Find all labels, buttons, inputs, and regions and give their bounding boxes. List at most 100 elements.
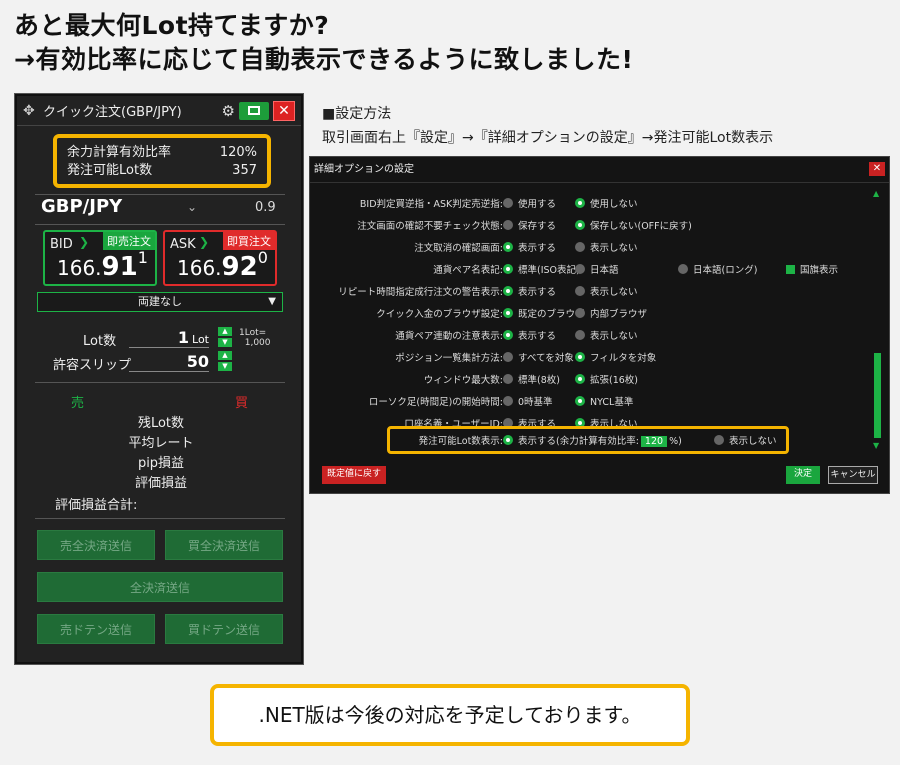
option-radio[interactable]: 表示しない <box>575 328 638 342</box>
option-radio[interactable]: 表示する <box>503 240 556 254</box>
option-row: 通貨ペア名表記: 標準(ISO表記) 日本語 日本語(ロング) 国旗表示 <box>310 259 891 279</box>
option-radio[interactable]: 保存しない(OFFに戻す) <box>575 218 692 232</box>
option-radio[interactable]: 表示しない <box>575 284 638 298</box>
option-label: 注文画面の確認不要チェック状態: <box>357 221 503 232</box>
radio-icon <box>575 352 585 362</box>
cancel-button[interactable]: キャンセル <box>828 466 878 484</box>
option-radio[interactable]: 標準(ISO表記) <box>503 262 580 276</box>
option-row: クイック入金のブラウザ設定: 既定のブラウザ 内部ブラウザ <box>310 303 891 323</box>
valuation-total-label: 評価損益合計: <box>55 498 138 513</box>
option-radio[interactable]: 保存する <box>503 218 556 232</box>
divider <box>35 224 285 225</box>
option-radio[interactable]: 日本語 <box>575 262 619 276</box>
ask-price: 166.920 <box>177 248 268 282</box>
move-icon[interactable]: ✥ <box>23 103 37 119</box>
margin-ratio-input[interactable]: 120 <box>640 436 668 447</box>
option-label: クイック入金のブラウザ設定: <box>376 309 503 320</box>
option-label: リピート時間指定成行注文の警告表示: <box>338 287 503 298</box>
reset-defaults-button[interactable]: 既定値に戻す <box>322 466 386 484</box>
buy-doten-button[interactable]: 買ドテン送信 <box>165 614 283 644</box>
scrollbar[interactable]: ▲ ▼ <box>873 189 881 450</box>
window-icon <box>248 106 260 115</box>
chevron-down-icon[interactable]: ⌄ <box>187 200 197 214</box>
option-radio[interactable]: 0時基準 <box>503 394 553 408</box>
radio-icon <box>678 264 688 274</box>
orderable-lot-label: 発注可能Lot数 <box>67 163 153 178</box>
option-radio[interactable]: 表示する <box>503 284 556 298</box>
dialog-titlebar: 詳細オプションの設定 ✕ <box>310 157 889 183</box>
quick-order-titlebar[interactable]: ✥ クイック注文(GBP/JPY) ⚙ ✕ <box>17 96 301 126</box>
slippage-input[interactable]: 50 <box>129 352 209 372</box>
advanced-options-dialog: 詳細オプションの設定 ✕ BID判定買逆指・ASK判定売逆指: 使用する 使用しない… <box>309 156 890 494</box>
ok-button[interactable]: 決定 <box>786 466 820 484</box>
divider <box>35 382 285 383</box>
window-title: クイック注文(GBP/JPY) <box>43 105 182 120</box>
ask-quote-button[interactable]: ASK ❯ 即買注文 166.920 <box>163 230 277 286</box>
close-button[interactable]: ✕ <box>273 100 295 121</box>
option-row: BID判定買逆指・ASK判定売逆指: 使用する 使用しない <box>310 193 891 213</box>
radio-icon <box>575 198 585 208</box>
option-radio[interactable]: すべてを対象 <box>503 350 574 364</box>
hedge-select[interactable]: 両建なし ▼ <box>37 292 283 312</box>
radio-icon <box>503 396 513 406</box>
radio-icon <box>575 286 585 296</box>
option-radio[interactable]: 既定のブラウザ <box>503 306 585 320</box>
close-button[interactable]: ✕ <box>869 162 885 176</box>
option-label: 通貨ペア連動の注意表示: <box>395 331 503 342</box>
divider <box>35 194 285 195</box>
option-radio[interactable]: 標準(8枚) <box>503 372 560 386</box>
stat-average-rate: 平均レート <box>128 436 194 451</box>
radio-icon <box>503 330 513 340</box>
buy-close-all-button[interactable]: 買全決済送信 <box>165 530 283 560</box>
option-checkbox[interactable]: 国旗表示 <box>786 262 838 276</box>
sell-close-all-button[interactable]: 売全決済送信 <box>37 530 155 560</box>
chevron-down-icon: ▼ <box>873 441 880 450</box>
option-row: ウィンドウ最大数: 標準(8枚) 拡張(16枚) <box>310 369 891 389</box>
settings-path: 取引画面右上『設定』→『詳細オプションの設定』→発注可能Lot数表示 <box>322 130 774 146</box>
sell-doten-button[interactable]: 売ドテン送信 <box>37 614 155 644</box>
chevron-down-icon: ▼ <box>218 362 232 371</box>
option-radio[interactable]: 表示する <box>503 328 556 342</box>
chevron-up-icon: ▲ <box>873 189 880 198</box>
option-radio[interactable]: 使用しない <box>575 196 638 210</box>
option-radio[interactable]: 拡張(16枚) <box>575 372 638 386</box>
dialog-title: 詳細オプションの設定 <box>314 164 414 175</box>
currency-pair[interactable]: GBP/JPY <box>41 196 122 217</box>
option-radio[interactable]: フィルタを対象 <box>575 350 656 364</box>
scrollbar-thumb[interactable] <box>874 353 881 438</box>
checkbox-icon <box>786 265 795 274</box>
option-radio[interactable]: 使用する <box>503 196 556 210</box>
chevron-down-icon: ❯ <box>199 235 210 249</box>
option-show[interactable]: 表示する(余力計算有効比率: 120%) <box>503 433 682 447</box>
orderable-lot-value: 357 <box>232 163 257 178</box>
stat-remaining-lots: 残Lot数 <box>137 416 185 431</box>
option-row: 注文画面の確認不要チェック状態: 保存する 保存しない(OFFに戻す) <box>310 215 891 235</box>
option-radio[interactable]: NYCL基準 <box>575 394 633 408</box>
gear-icon[interactable]: ⚙ <box>222 102 235 120</box>
radio-icon <box>503 220 513 230</box>
radio-icon <box>503 198 513 208</box>
option-row: ポジション一覧集計方法: すべてを対象 フィルタを対象 <box>310 347 891 367</box>
radio-icon <box>503 374 513 384</box>
chevron-up-icon: ▲ <box>218 327 232 336</box>
radio-icon <box>503 242 513 252</box>
lot-stepper[interactable]: ▲ ▼ <box>218 327 232 347</box>
option-hide[interactable]: 表示しない <box>714 433 777 447</box>
lot-input[interactable]: 1 Lot <box>129 328 209 348</box>
option-radio[interactable]: 内部ブラウザ <box>575 306 647 320</box>
option-radio[interactable]: 表示しない <box>575 240 638 254</box>
chevron-down-icon: ▼ <box>268 296 276 307</box>
window-layout-button[interactable] <box>239 101 269 120</box>
stat-valuation-pl: 評価損益 <box>134 476 187 491</box>
net-version-note: .NET版は今後の対応を予定しております。 <box>210 684 690 746</box>
option-label: ローソク足(時間足)の開始時間: <box>368 397 503 408</box>
chevron-up-icon: ▲ <box>218 351 232 360</box>
radio-icon <box>714 435 724 445</box>
slippage-stepper[interactable]: ▲ ▼ <box>218 351 232 371</box>
option-label: ポジション一覧集計方法: <box>395 353 503 364</box>
close-all-button[interactable]: 全決済送信 <box>37 572 283 602</box>
divider <box>35 518 285 519</box>
option-radio[interactable]: 日本語(ロング) <box>678 262 757 276</box>
margin-ratio-label: 余力計算有効比率 <box>67 145 172 160</box>
bid-quote-button[interactable]: BID ❯ 即売注文 166.911 <box>43 230 157 286</box>
